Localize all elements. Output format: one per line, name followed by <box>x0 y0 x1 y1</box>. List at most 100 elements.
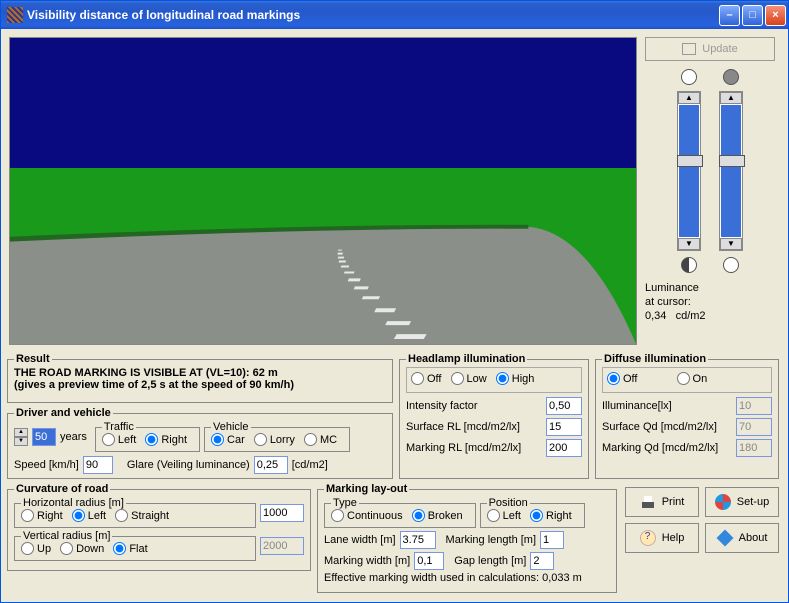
vehicle-car-radio[interactable]: Car <box>211 433 245 446</box>
type-group: Type Continuous Broken <box>324 497 476 528</box>
marking-length-label: Marking length [m] <box>446 534 536 546</box>
marking-width-label: Marking width [m] <box>324 555 410 567</box>
slider-down-icon[interactable]: ▼ <box>720 238 742 250</box>
indicator-icon <box>681 69 697 85</box>
result-line1: THE ROAD MARKING IS VISIBLE AT (VL=10): … <box>14 367 386 379</box>
headlamp-legend: Headlamp illumination <box>406 353 527 365</box>
headlamp-off-radio[interactable]: Off <box>411 372 441 385</box>
diffuse-off-radio[interactable]: Off <box>607 372 637 385</box>
intensity-field[interactable] <box>546 397 582 415</box>
curvature-group: Curvature of road Horizontal radius [m] … <box>7 483 311 571</box>
headlamp-mode-box: Off Low High <box>406 367 582 393</box>
app-icon <box>7 7 23 23</box>
road-render-viewport[interactable] <box>9 37 637 345</box>
window-title: Visibility distance of longitudinal road… <box>27 8 719 22</box>
monitor-icon <box>682 43 696 55</box>
glare-field[interactable] <box>254 456 288 474</box>
h-radius-field[interactable] <box>260 504 304 522</box>
vehicle-lorry-radio[interactable]: Lorry <box>254 433 295 446</box>
headlamp-low-radio[interactable]: Low <box>451 372 487 385</box>
headlamp-group: Headlamp illumination Off Low High Inten… <box>399 353 589 479</box>
pos-left-radio[interactable]: Left <box>487 509 521 522</box>
marking-length-field[interactable] <box>540 531 564 549</box>
maximize-button[interactable]: □ <box>742 5 763 26</box>
gap-length-field[interactable] <box>530 552 554 570</box>
effective-width-label: Effective marking width used in calculat… <box>324 572 610 584</box>
curvature-legend: Curvature of road <box>14 483 110 495</box>
illuminance-label: Illuminance[lx] <box>602 400 672 412</box>
diffuse-legend: Diffuse illumination <box>602 353 708 365</box>
titlebar: Visibility distance of longitudinal road… <box>1 1 788 29</box>
diffuse-group: Diffuse illumination Off On Illuminance[… <box>595 353 779 479</box>
luminance-readout: Luminance at cursor: 0,34 cd/m2 <box>645 281 775 323</box>
vehicle-group: Vehicle Car Lorry MC <box>204 421 350 452</box>
position-group: Position Left Right <box>480 497 585 528</box>
traffic-left-radio[interactable]: Left <box>102 433 136 446</box>
marking-rl-label: Marking RL [mcd/m2/lx] <box>406 442 521 454</box>
h-right-radio[interactable]: Right <box>21 509 63 522</box>
marking-qd-label: Marking Qd [mcd/m2/lx] <box>602 442 718 454</box>
printer-icon <box>640 494 656 510</box>
slider-thumb[interactable] <box>719 155 745 167</box>
age-spinner[interactable]: ▲▼ <box>14 428 28 446</box>
marking-width-field[interactable] <box>414 552 444 570</box>
v-down-radio[interactable]: Down <box>60 542 104 555</box>
diffuse-mode-box: Off On <box>602 367 772 393</box>
traffic-right-radio[interactable]: Right <box>145 433 187 446</box>
glare-label: Glare (Veiling luminance) <box>127 459 250 471</box>
glare-unit: [cd/m2] <box>292 459 328 471</box>
minimize-button[interactable]: – <box>719 5 740 26</box>
view-controls-panel: Update ▲ ▼ ▲ ▼ <box>645 37 775 345</box>
lane-width-label: Lane width [m] <box>324 534 396 546</box>
driver-vehicle-group: Driver and vehicle ▲▼ years Traffic Left… <box>7 407 393 479</box>
setup-button[interactable]: Set-up <box>705 487 779 517</box>
marking-rl-field[interactable] <box>546 439 582 457</box>
age-unit: years <box>60 431 87 443</box>
v-radius-group: Vertical radius [m] Up Down Flat <box>14 530 256 561</box>
help-icon <box>640 530 656 546</box>
result-group: Result THE ROAD MARKING IS VISIBLE AT (V… <box>7 353 393 403</box>
headlamp-high-radio[interactable]: High <box>496 372 535 385</box>
update-button[interactable]: Update <box>645 37 775 61</box>
result-line2: (gives a preview time of 2,5 s at the sp… <box>14 379 386 391</box>
result-legend: Result <box>14 353 52 365</box>
about-button[interactable]: About <box>705 523 779 553</box>
h-radius-group: Horizontal radius [m] Right Left Straigh… <box>14 497 256 528</box>
gap-length-label: Gap length [m] <box>454 555 526 567</box>
slider-left[interactable]: ▲ ▼ <box>677 91 701 251</box>
marking-layout-group: Marking lay-out Type Continuous Broken P… <box>317 483 617 593</box>
v-flat-radio[interactable]: Flat <box>113 542 147 555</box>
contrast-icon <box>681 257 697 273</box>
v-up-radio[interactable]: Up <box>21 542 51 555</box>
layout-legend: Marking lay-out <box>324 483 409 495</box>
print-button[interactable]: Print <box>625 487 699 517</box>
gear-icon <box>715 494 731 510</box>
lane-width-field[interactable] <box>400 531 436 549</box>
slider-right[interactable]: ▲ ▼ <box>719 91 743 251</box>
illuminance-field <box>736 397 772 415</box>
close-button[interactable]: × <box>765 5 786 26</box>
diffuse-on-radio[interactable]: On <box>677 372 708 385</box>
indicator-icon <box>723 69 739 85</box>
slider-up-icon[interactable]: ▲ <box>720 92 742 104</box>
slider-thumb[interactable] <box>677 155 703 167</box>
h-straight-radio[interactable]: Straight <box>115 509 169 522</box>
age-field[interactable] <box>32 428 56 446</box>
type-continuous-radio[interactable]: Continuous <box>331 509 403 522</box>
driver-legend: Driver and vehicle <box>14 407 113 419</box>
speed-field[interactable] <box>83 456 113 474</box>
slider-up-icon[interactable]: ▲ <box>678 92 700 104</box>
vehicle-mc-radio[interactable]: MC <box>304 433 337 446</box>
pos-right-radio[interactable]: Right <box>530 509 572 522</box>
update-label: Update <box>702 43 737 55</box>
surface-rl-field[interactable] <box>546 418 582 436</box>
type-broken-radio[interactable]: Broken <box>412 509 463 522</box>
traffic-group: Traffic Left Right <box>95 421 200 452</box>
road-surface <box>10 38 636 344</box>
speed-label: Speed [km/h] <box>14 459 79 471</box>
surface-rl-label: Surface RL [mcd/m2/lx] <box>406 421 520 433</box>
brightness-icon <box>723 257 739 273</box>
help-button[interactable]: Help <box>625 523 699 553</box>
slider-down-icon[interactable]: ▼ <box>678 238 700 250</box>
h-left-radio[interactable]: Left <box>72 509 106 522</box>
